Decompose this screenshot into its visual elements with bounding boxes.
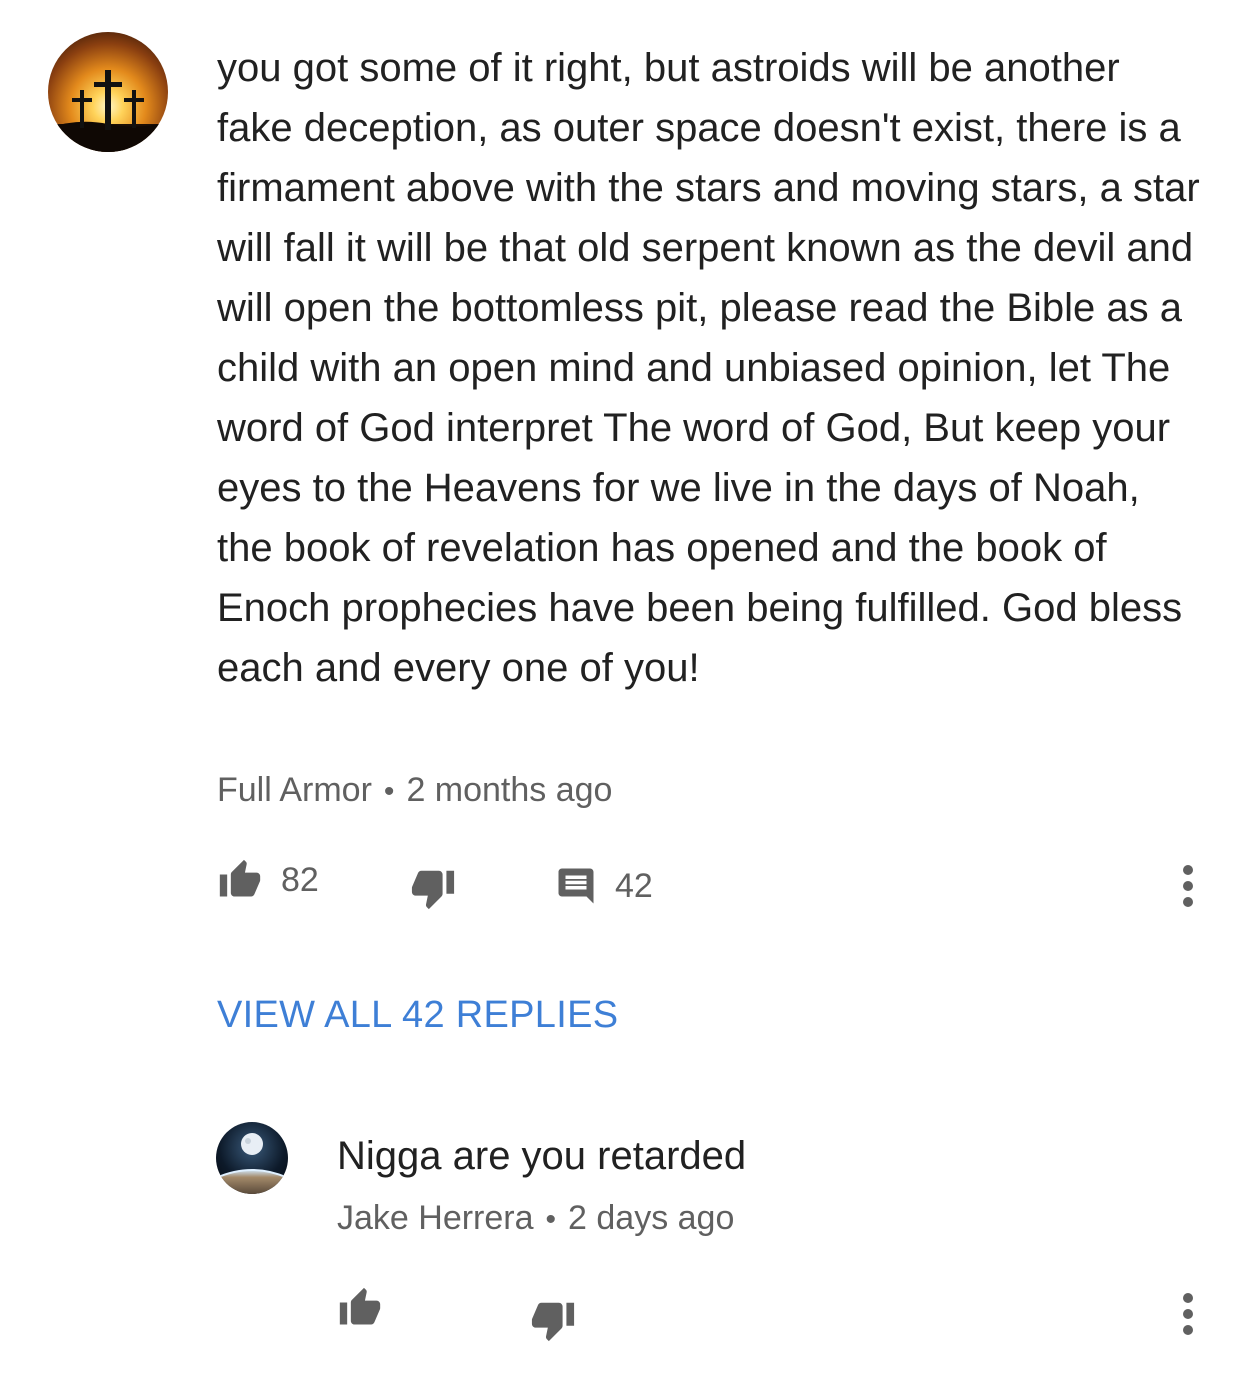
reply-author[interactable]: Jake Herrera	[337, 1199, 534, 1237]
view-all-replies-link[interactable]: VIEW ALL 42 REPLIES	[217, 992, 618, 1038]
dislike-button[interactable]	[410, 864, 456, 912]
comment-text: you got some of it right, but astroids w…	[217, 46, 1200, 690]
meta-separator: •	[545, 1203, 557, 1236]
like-button[interactable]: 82	[217, 858, 319, 902]
reply-time: 2 days ago	[568, 1199, 735, 1237]
more-vert-icon	[1183, 1293, 1193, 1335]
earth-moon-icon	[216, 1122, 288, 1194]
reply-more-options-button[interactable]	[1178, 1290, 1198, 1338]
thumbs-down-icon	[411, 870, 455, 910]
comment-time: 2 months ago	[406, 771, 613, 809]
reply-button[interactable]: 42	[555, 864, 653, 908]
thumbs-up-icon	[339, 1287, 381, 1325]
comment-icon	[558, 868, 594, 904]
reply-count: 42	[615, 866, 653, 905]
crosses-sunset-icon	[48, 32, 168, 152]
like-count: 82	[281, 860, 319, 899]
comment-avatar[interactable]	[48, 32, 168, 152]
comment-meta: Full Armor • 2 months ago	[217, 770, 612, 812]
reply-text: Nigga are you retarded	[337, 1134, 747, 1178]
meta-separator: •	[383, 775, 395, 808]
reply-avatar[interactable]	[216, 1122, 288, 1194]
thumbs-down-icon	[531, 1302, 575, 1342]
reply-dislike-button[interactable]	[530, 1296, 576, 1344]
thumbs-up-icon	[219, 859, 261, 897]
more-vert-icon	[1183, 865, 1193, 907]
reply-meta: Jake Herrera • 2 days ago	[337, 1198, 734, 1240]
reply-like-button[interactable]	[337, 1286, 383, 1330]
comment-author[interactable]: Full Armor	[217, 771, 372, 809]
more-options-button[interactable]	[1178, 862, 1198, 910]
